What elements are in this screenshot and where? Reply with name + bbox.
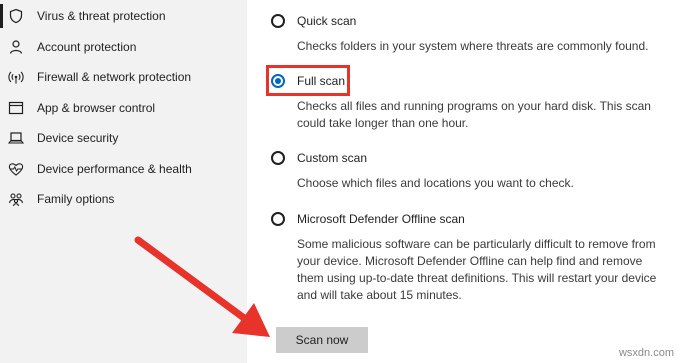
sidebar-item-label: Family options [37,192,115,206]
scan-options-panel: Quick scan Checks folders in your system… [247,0,680,363]
sidebar-item-label: Virus & threat protection [37,9,166,23]
sidebar-item-label: App & browser control [37,101,156,115]
scan-now-button[interactable]: Scan now [276,327,368,353]
sidebar-item-family-options[interactable]: Family options [0,187,247,211]
sidebar-item-label: Device security [37,131,119,145]
sidebar-item-firewall-network[interactable]: Firewall & network protection [0,65,247,89]
sidebar-item-label: Device performance & health [37,162,192,176]
sidebar-item-label: Firewall & network protection [37,70,192,84]
sidebar-item-label: Account protection [37,40,137,54]
person-icon [9,40,23,54]
wifi-signal-icon [8,71,24,84]
custom-scan-description: Choose which files and locations you wan… [297,176,574,190]
family-icon [8,193,24,207]
laptop-icon [8,132,24,144]
offline-scan-label[interactable]: Microsoft Defender Offline scan [297,211,465,227]
heart-pulse-icon [8,163,24,176]
full-scan-description: Checks all files and running programs on… [297,99,651,130]
quick-scan-radio[interactable] [271,14,285,28]
sidebar-item-virus-threat-protection[interactable]: Virus & threat protection [0,4,247,28]
sidebar-item-device-security[interactable]: Device security [0,126,247,150]
sidebar-item-device-performance-health[interactable]: Device performance & health [0,157,247,181]
sidebar-item-account-protection[interactable]: Account protection [0,35,247,59]
offline-scan-description: Some malicious software can be particula… [297,237,657,302]
selection-indicator [0,4,3,28]
full-scan-highlight-annotation [266,65,350,96]
quick-scan-description: Checks folders in your system where thre… [297,39,649,53]
sidebar-item-app-browser-control[interactable]: App & browser control [0,96,247,120]
site-watermark: wsxdn.com [618,347,674,359]
app-window-icon [8,101,24,115]
quick-scan-label[interactable]: Quick scan [297,13,356,29]
custom-scan-label[interactable]: Custom scan [297,150,367,166]
offline-scan-radio[interactable] [271,212,285,226]
shield-icon [9,8,23,24]
custom-scan-radio[interactable] [271,151,285,165]
sidebar-nav: Virus & threat protection Account protec… [0,0,247,363]
